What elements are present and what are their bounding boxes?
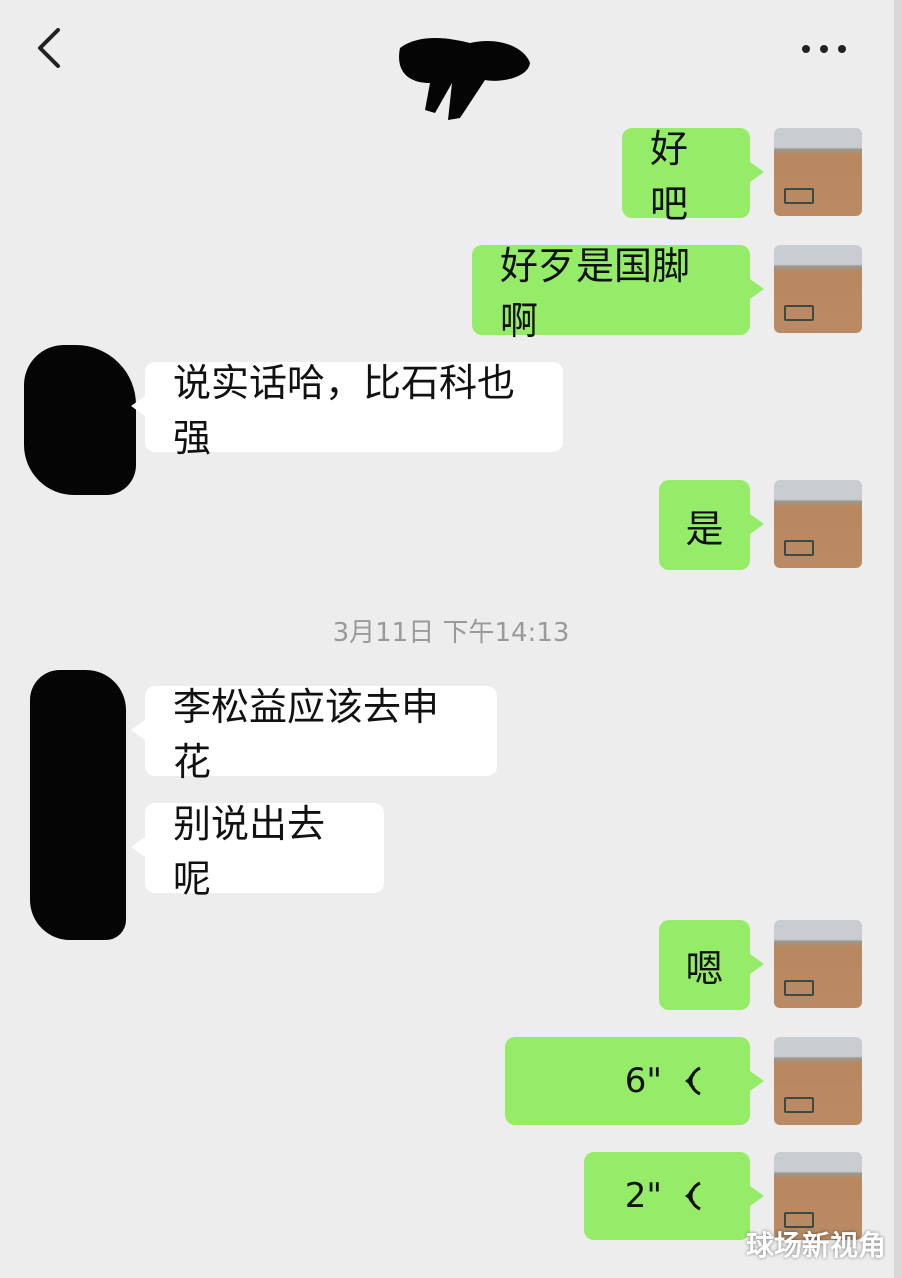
- message-timestamp: 3月11日 下午14:13: [332, 618, 570, 648]
- message-text: 嗯: [685, 946, 724, 991]
- message-text: 好歹是国脚啊: [500, 244, 691, 343]
- voice-message-bubble[interactable]: 2": [584, 1152, 764, 1240]
- ellipsis-icon[interactable]: [794, 34, 854, 64]
- avatar-self[interactable]: [774, 245, 862, 333]
- message-text: 李松益应该去申花: [173, 685, 440, 784]
- avatar-self[interactable]: [774, 920, 862, 1008]
- redacted-avatar[interactable]: [30, 670, 126, 940]
- message-bubble-outgoing[interactable]: 好歹是国脚啊: [472, 244, 764, 343]
- redacted-avatar[interactable]: [24, 345, 136, 495]
- message-bubble-incoming[interactable]: 说实话哈，比石科也强: [131, 361, 563, 460]
- message-text: 别说出去呢: [173, 802, 326, 901]
- voice-wave-icon: [685, 1066, 701, 1096]
- message-bubble-outgoing[interactable]: 嗯: [659, 920, 764, 1010]
- avatar-self[interactable]: [774, 480, 862, 568]
- avatar-self[interactable]: [774, 128, 862, 216]
- message-bubble-incoming[interactable]: 别说出去呢: [131, 802, 384, 901]
- voice-message-bubble[interactable]: 6": [505, 1037, 764, 1125]
- screen-edge: [894, 0, 902, 1278]
- voice-duration: 6": [624, 1061, 662, 1101]
- message-bubble-incoming[interactable]: 李松益应该去申花: [131, 685, 497, 784]
- redacted-contact-name: [399, 38, 530, 120]
- voice-wave-icon: [685, 1181, 701, 1211]
- avatar-self[interactable]: [774, 1037, 862, 1125]
- message-text: 好吧: [650, 127, 689, 226]
- voice-duration: 2": [624, 1176, 662, 1216]
- message-bubble-outgoing[interactable]: 是: [659, 480, 764, 570]
- chevron-left-icon[interactable]: [28, 22, 72, 74]
- chat-header: [0, 0, 902, 120]
- message-text: 说实话哈，比石科也强: [173, 361, 516, 460]
- message-text: 是: [685, 506, 724, 551]
- message-bubble-outgoing[interactable]: 好吧: [622, 127, 764, 226]
- watermark: 球场新视角: [745, 1229, 886, 1262]
